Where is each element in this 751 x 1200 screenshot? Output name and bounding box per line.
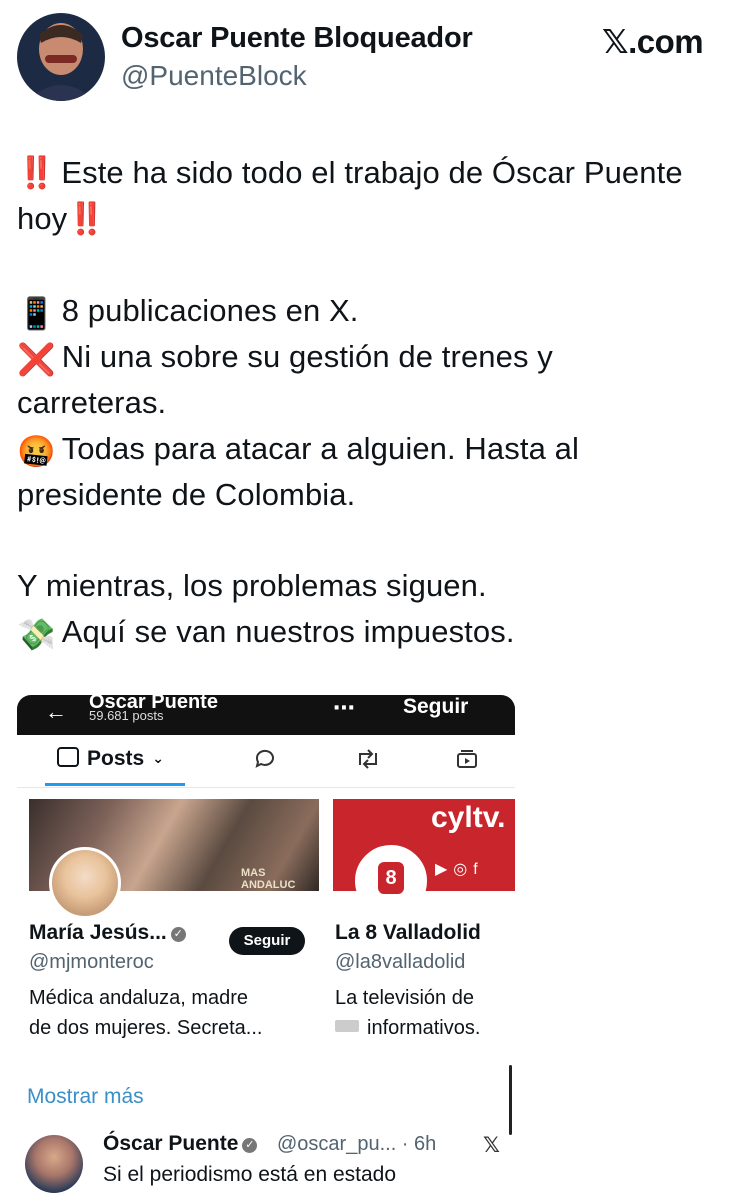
repost-icon [355, 747, 381, 777]
suggested-card-2: cyltv. ▶◎f 8 La 8 Valladolid @la8vallado… [333, 799, 515, 1049]
x-logo-icon: 𝕏 [483, 1134, 500, 1157]
cross-mark-icon: ❌ [17, 342, 56, 377]
embedded-tweet-text: Si el periodismo está en estado [103, 1163, 397, 1186]
embedded-tweet-name: Óscar Puente ✓ [103, 1132, 258, 1156]
verified-badge-icon: ✓ [242, 1138, 258, 1153]
tweet-line-8: Y mientras, los problemas siguen. [17, 568, 487, 603]
tweet-line-1: ‼️ Este ha sido todo el trabajo de Óscar… [17, 155, 683, 190]
card-bio-2-line-2: informativos. [335, 1013, 480, 1043]
cursing-face-icon: 🤬 [17, 434, 56, 469]
author-handle[interactable]: @PuenteBlock [121, 60, 307, 92]
video-icon [455, 747, 479, 777]
speech-bubble-icon [253, 747, 277, 777]
embedded-tweet-avatar [25, 1135, 83, 1193]
chevron-down-icon: ⌄ [152, 750, 164, 766]
tweet-line-7: presidente de Colombia. [17, 477, 356, 512]
tweet-line-2: hoy‼️ [17, 201, 106, 236]
card-name-1: María Jesús... ✓ [29, 921, 186, 945]
card-avatar-2: 8 [355, 845, 427, 917]
back-arrow-icon: ← [45, 699, 67, 724]
tweet-line-4: ❌ Ni una sobre su gestión de trenes y [17, 339, 553, 377]
tv-emoji-icon [335, 1020, 359, 1032]
embedded-header-bar: ← Óscar Puente 59.681 posts ⋯ Seguir [17, 695, 515, 735]
embedded-screenshot[interactable]: ← Óscar Puente 59.681 posts ⋯ Seguir Pos… [17, 695, 515, 1200]
embedded-posts-count: 59.681 posts [89, 708, 164, 723]
tweet-line-9: 💸 Aquí se van nuestros impuestos. [17, 614, 515, 652]
embedded-tabs: Posts ⌄ [17, 735, 515, 788]
x-com-logo: 𝕏.com [602, 23, 704, 60]
embedded-tweet-meta: @oscar_pu... · 6h [277, 1133, 437, 1155]
double-exclamation-icon: ‼️ [67, 201, 106, 236]
money-with-wings-icon: 💸 [17, 617, 56, 652]
banner-text: MAS ANDALUC [241, 867, 296, 891]
tweet-line-3: 📱 8 publicaciones en X. [17, 293, 359, 331]
embedded-follow-button: Seguir [403, 695, 469, 718]
author-avatar[interactable] [17, 13, 105, 101]
social-icons: ▶◎f [435, 861, 484, 878]
tab-underline [45, 783, 185, 786]
card-bio-2-line-1: La televisión de [335, 987, 474, 1009]
la8-logo-icon: 8 [378, 862, 404, 894]
suggested-card-1: MAS ANDALUC María Jesús... ✓ Seguir @mjmo… [29, 799, 319, 1049]
card-handle-1: @mjmonteroc [29, 951, 154, 973]
cyltv-logo: cyltv. [431, 801, 506, 834]
mobile-phone-icon: 📱 [17, 296, 56, 331]
scrollbar [509, 1065, 512, 1135]
tab-posts: Posts ⌄ [57, 747, 164, 771]
show-more-link: Mostrar más [27, 1085, 144, 1108]
card-name-2: La 8 Valladolid [335, 921, 481, 944]
tweet-line-6: 🤬 Todas para atacar a alguien. Hasta al [17, 431, 579, 469]
tweet-line-5: carreteras. [17, 385, 167, 420]
card-avatar-1 [49, 847, 121, 919]
posts-tab-icon [57, 747, 79, 767]
card-handle-2: @la8valladolid [335, 951, 466, 973]
double-exclamation-icon: ‼️ [17, 155, 56, 190]
author-name[interactable]: Oscar Puente Bloqueador [121, 22, 473, 55]
more-options-icon: ⋯ [333, 695, 356, 720]
card-bio-1-line-1: Médica andaluza, madre [29, 987, 249, 1009]
card-follow-button-1: Seguir [229, 927, 305, 955]
card-bio-1-line-2: de dos mujeres. Secreta... [29, 1017, 263, 1039]
verified-badge-icon: ✓ [170, 927, 186, 942]
